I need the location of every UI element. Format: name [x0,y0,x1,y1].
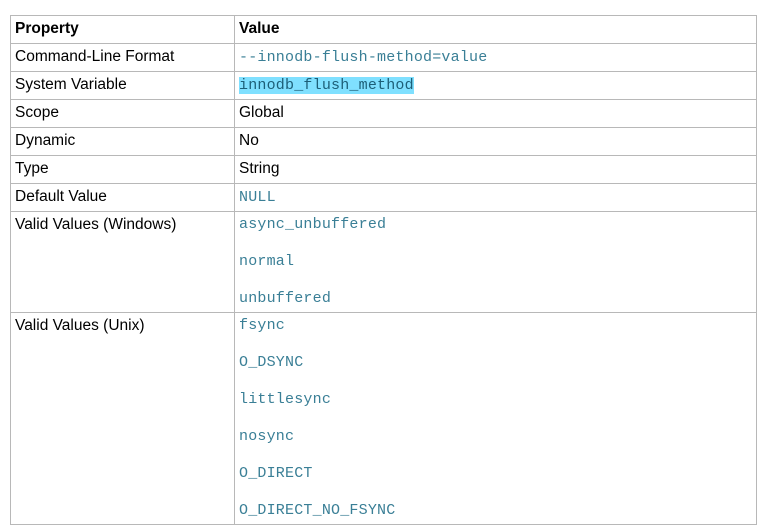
property-value: --innodb-flush-method=value [234,43,757,72]
code-value: NULL [239,189,276,206]
property-name: Command-Line Format [10,43,235,72]
header-row: Property Value [10,15,757,44]
property-value: NULL [234,183,757,212]
property-value: Global [234,99,757,128]
property-value: innodb_flush_method [234,71,757,100]
property-value: No [234,127,757,156]
property-value: String [234,155,757,184]
header-property: Property [10,15,235,44]
valid-value: async_unbuffered [239,216,387,233]
table-row: Valid Values (Unix) fsync O_DSYNC little… [10,312,757,525]
property-name: Valid Values (Windows) [10,211,235,313]
valid-value: O_DIRECT [239,465,313,482]
table-row: Type String [10,155,757,184]
valid-value: littlesync [239,391,332,408]
table-row: Default Value NULL [10,183,757,212]
property-name: Dynamic [10,127,235,156]
property-name: Type [10,155,235,184]
property-value-list: fsync O_DSYNC littlesync nosync O_DIRECT… [234,312,757,525]
property-name: Scope [10,99,235,128]
header-value: Value [234,15,757,44]
code-value: --innodb-flush-method=value [239,49,488,66]
valid-value: O_DIRECT_NO_FSYNC [239,502,396,519]
highlighted-code-value: innodb_flush_method [239,77,414,94]
property-value-list: async_unbuffered normal unbuffered [234,211,757,313]
property-table: Property Value Command-Line Format --inn… [10,15,757,525]
valid-value: O_DSYNC [239,354,304,371]
valid-value: fsync [239,317,286,334]
valid-value: normal [239,253,295,270]
property-name: Default Value [10,183,235,212]
table-row: Dynamic No [10,127,757,156]
table-row: Valid Values (Windows) async_unbuffered … [10,211,757,313]
property-name: Valid Values (Unix) [10,312,235,525]
valid-value: unbuffered [239,290,332,307]
table-row: Command-Line Format --innodb-flush-metho… [10,43,757,72]
valid-value: nosync [239,428,295,445]
table-row: System Variable innodb_flush_method [10,71,757,100]
table-row: Scope Global [10,99,757,128]
property-name: System Variable [10,71,235,100]
